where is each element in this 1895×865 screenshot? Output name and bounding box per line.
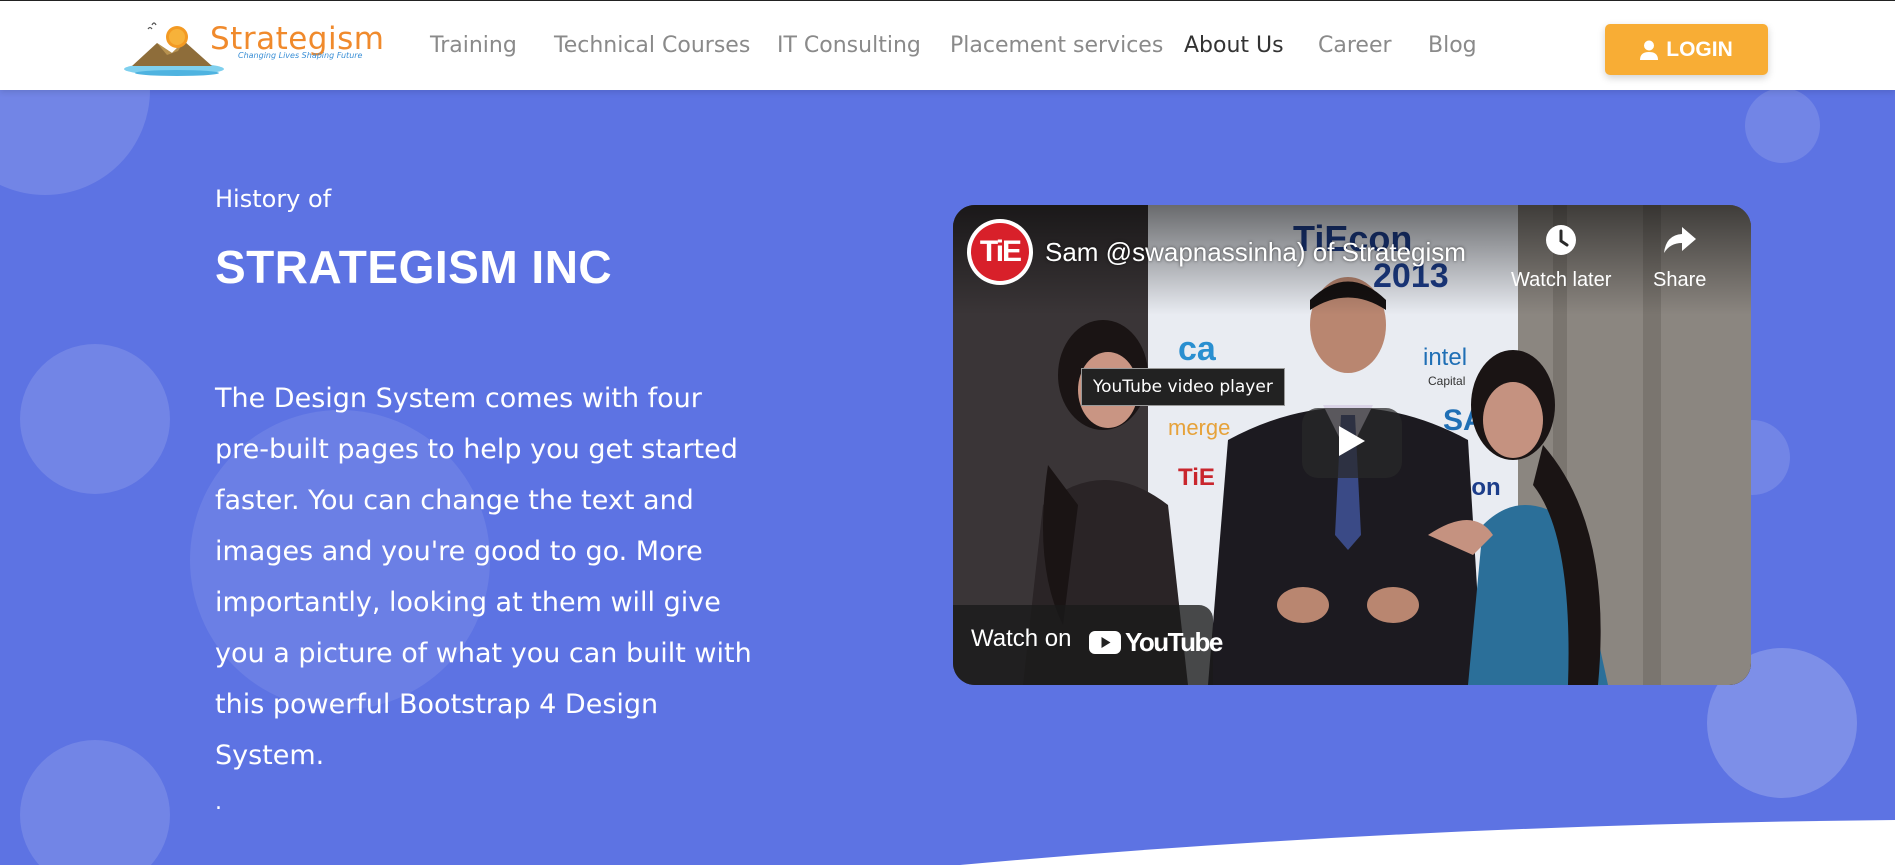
svg-text:Capital: Capital <box>1428 374 1465 388</box>
svg-text:merge: merge <box>1168 415 1230 440</box>
decor-circle <box>1745 90 1820 163</box>
section-eyebrow: History of <box>215 185 332 213</box>
play-button[interactable] <box>1302 408 1402 478</box>
share-label: Share <box>1653 269 1707 291</box>
watch-later-label: Watch later <box>1511 269 1612 291</box>
section-title: STRATEGISM INC <box>215 241 613 293</box>
nav-career[interactable]: Career <box>1318 33 1392 58</box>
user-icon <box>1640 40 1659 60</box>
channel-avatar[interactable]: TiE <box>967 219 1033 285</box>
clock-icon <box>1511 223 1611 263</box>
svg-text:intel: intel <box>1423 344 1467 371</box>
login-button[interactable]: LOGIN <box>1605 24 1768 75</box>
youtube-logo[interactable]: YouTube <box>1089 627 1223 658</box>
nav-blog[interactable]: Blog <box>1428 33 1477 58</box>
video-title[interactable]: Sam @swapnassinha) of Strategism <box>1045 237 1466 268</box>
youtube-play-icon <box>1089 631 1121 654</box>
share-arrow-icon <box>1653 223 1706 263</box>
section-body: The Design System comes with four pre-bu… <box>215 383 752 771</box>
login-label: LOGIN <box>1666 37 1733 61</box>
decor-circle <box>20 344 170 494</box>
brand-tagline: Changing Lives Shaping Future <box>238 51 363 60</box>
bottom-wave-divider <box>960 820 1895 865</box>
player-tooltip: YouTube video player <box>1081 368 1285 406</box>
nav-it-consulting[interactable]: IT Consulting <box>777 33 921 58</box>
share-button[interactable]: Share <box>1653 223 1706 292</box>
trailing-text: . <box>215 790 222 815</box>
top-navbar: Strategism Changing Lives Shaping Future… <box>0 0 1895 90</box>
svg-text:ca: ca <box>1178 330 1217 368</box>
youtube-wordmark: YouTube <box>1125 627 1223 657</box>
history-section: History of STRATEGISM INC The Design Sys… <box>0 90 1895 865</box>
watch-on-label: Watch on <box>971 625 1072 652</box>
nav-technical-courses[interactable]: Technical Courses <box>554 33 750 58</box>
decor-circle <box>0 90 150 195</box>
nav-training[interactable]: Training <box>430 33 517 58</box>
play-icon <box>1337 424 1367 462</box>
channel-avatar-text: TiE <box>971 223 1029 281</box>
nav-placement-services[interactable]: Placement services <box>950 33 1163 58</box>
youtube-embed[interactable]: TiEcon 2013 ca intel Capital SAP merge T… <box>953 205 1751 685</box>
svg-text:TiE: TiE <box>1178 464 1215 491</box>
nav-about-us[interactable]: About Us <box>1184 33 1284 58</box>
watch-later-button[interactable]: Watch later <box>1511 223 1611 292</box>
watch-on-youtube-bar[interactable]: Watch on YouTube <box>953 605 1223 685</box>
